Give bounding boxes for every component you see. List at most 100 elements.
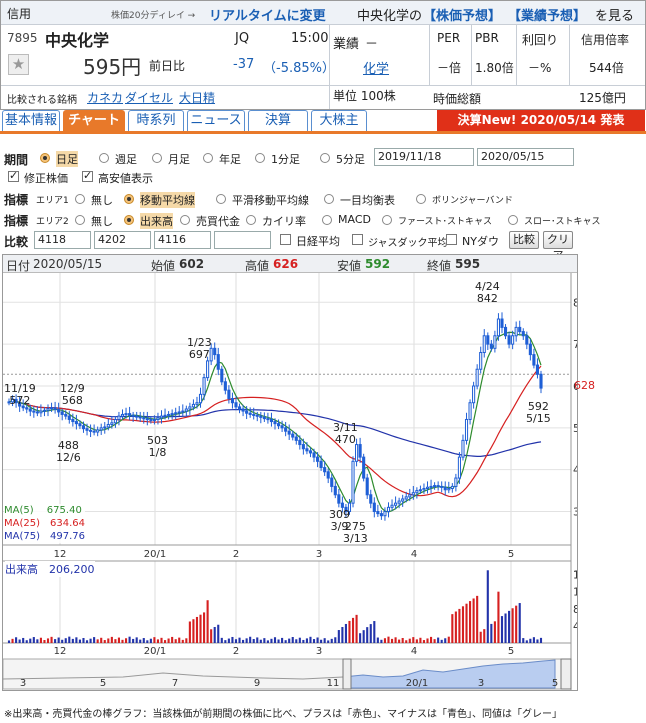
area1-bollinger-label[interactable]: ボリンジャーバンド — [432, 193, 513, 206]
candle-body — [362, 456, 366, 479]
area1-sma-radio[interactable] — [216, 194, 226, 204]
stock-forecast-link[interactable]: 【株価予想】 — [423, 5, 501, 24]
adjusted-price-checkbox[interactable] — [8, 169, 19, 182]
area1-none-label[interactable]: 無し — [91, 192, 113, 208]
volume-bar — [195, 616, 199, 643]
area2-deviation-radio[interactable] — [246, 215, 256, 225]
vol-x-tick-label: 3 — [316, 646, 322, 657]
volume-bar — [85, 640, 89, 643]
area1-ichimoku-label[interactable]: 一目均衡表 — [340, 192, 395, 208]
tab-timeseries[interactable]: 時系列 — [128, 110, 184, 131]
area1-ma-radio[interactable] — [124, 194, 134, 204]
clear-button[interactable]: クリア — [543, 231, 573, 262]
volume-bar — [281, 637, 284, 643]
candle-body — [319, 460, 323, 469]
period-yearly-radio[interactable] — [203, 153, 213, 163]
candle-body — [305, 448, 309, 452]
favorite-star-button[interactable]: ★ — [8, 54, 29, 75]
candle-body — [287, 430, 291, 435]
volume-bar — [149, 638, 152, 643]
realtime-link[interactable]: リアルタイムに変更 — [209, 5, 326, 24]
period-daily-radio[interactable] — [40, 153, 50, 163]
area2-slow-stoch-label[interactable]: スロー･ストキャス — [524, 214, 601, 227]
nikkei-label: 日経平均 — [296, 235, 340, 248]
annotation-129: 12/9 568 — [60, 382, 85, 407]
volume-bar — [139, 639, 142, 643]
compare-code-1-input[interactable]: 4118 — [34, 231, 91, 249]
period-daily-label[interactable]: 日足 — [56, 151, 78, 167]
period-yearly-label[interactable]: 年足 — [219, 151, 241, 167]
date-to-input[interactable]: 2020/05/15 — [477, 148, 574, 166]
date-from-input[interactable]: 2019/11/18 — [374, 148, 474, 166]
area1-none-radio[interactable] — [75, 194, 85, 204]
volume-bar — [110, 636, 113, 643]
nydow-checkbox[interactable] — [446, 234, 457, 245]
jasdaq-checkbox[interactable] — [352, 234, 363, 245]
area2-slow-stoch-radio[interactable] — [508, 215, 518, 225]
tab-basic-info[interactable]: 基本情報 — [2, 110, 60, 131]
compare-stock-2[interactable]: ダイセル — [125, 89, 173, 106]
earnings-forecast-link[interactable]: 【業績予想】 — [508, 5, 586, 24]
area2-turnover-label[interactable]: 売買代金 — [196, 213, 240, 229]
area1-ichimoku-radio[interactable] — [324, 194, 334, 204]
volume-bar — [312, 639, 316, 643]
area2-none-radio[interactable] — [75, 215, 85, 225]
x-tick-label: 4 — [411, 549, 417, 560]
earnings-news-banner[interactable]: 決算New! 2020/05/14 発表 — [437, 110, 645, 131]
area2-deviation-label[interactable]: カイリ率 — [262, 213, 306, 229]
volume-bar — [479, 631, 482, 643]
compare-code-4-input[interactable] — [214, 231, 271, 249]
compare-stock-3[interactable]: 大日精 — [179, 89, 215, 106]
x-tick-label: 3 — [316, 549, 322, 560]
tab-news[interactable]: ニュース — [187, 110, 245, 131]
area1-ma-label[interactable]: 移動平均線 — [140, 192, 195, 208]
volume-bar — [359, 633, 362, 643]
area2-macd-radio[interactable] — [322, 215, 332, 225]
candlestick-chart-svg[interactable]: 121220/120/12233445530040050060070080040… — [3, 273, 577, 690]
compare-button[interactable]: 比較 — [509, 231, 539, 249]
volume-bar — [362, 630, 365, 643]
area1-sma-label[interactable]: 平滑移動平均線 — [232, 192, 309, 208]
volume-bar — [515, 605, 518, 643]
y-tick-label: 400 — [573, 464, 577, 477]
area2-volume-label[interactable]: 出来高 — [140, 213, 173, 229]
area2-volume-radio[interactable] — [124, 215, 134, 225]
area2-none-label[interactable]: 無し — [91, 213, 113, 229]
highlow-checkbox[interactable] — [82, 169, 93, 182]
tab-earnings[interactable]: 決算 — [248, 110, 308, 131]
industry-link[interactable]: 化学 — [363, 58, 389, 77]
period-5min-radio[interactable] — [320, 153, 330, 163]
candle-body — [170, 413, 174, 416]
volume-bar — [43, 640, 46, 643]
area2-turnover-radio[interactable] — [180, 215, 190, 225]
area2-fast-stoch-radio[interactable] — [382, 215, 392, 225]
candle-body — [74, 421, 78, 425]
annotation-123: 1/23 697 — [187, 336, 212, 361]
tab-chart[interactable]: チャート — [63, 110, 125, 131]
close-label: 終値 — [427, 259, 452, 273]
area2-fast-stoch-label[interactable]: ファースト･ストキャス — [398, 214, 492, 227]
candle-body — [443, 486, 447, 491]
candle-body — [266, 418, 270, 421]
compare-stock-1[interactable]: カネカ — [87, 89, 123, 106]
navigator-tick-label: 20/1 — [406, 678, 428, 689]
period-weekly-label[interactable]: 週足 — [115, 151, 137, 167]
period-1min-radio[interactable] — [255, 153, 265, 163]
nikkei-checkbox[interactable] — [280, 234, 291, 245]
volume-bar — [486, 570, 489, 643]
candle-body — [429, 485, 433, 488]
area2-macd-label[interactable]: MACD — [338, 213, 371, 226]
candle-body — [351, 460, 355, 504]
period-5min-label[interactable]: 5分足 — [336, 151, 365, 167]
period-weekly-radio[interactable] — [99, 153, 109, 163]
period-1min-label[interactable]: 1分足 — [271, 151, 300, 167]
period-monthly-radio[interactable] — [152, 153, 162, 163]
area1-bollinger-radio[interactable] — [416, 194, 426, 204]
compare-code-2-input[interactable]: 4202 — [94, 231, 151, 249]
footnote: ※出来高・売買代金の棒グラフ：当該株価が前期間の株価に比べ、プラスは「赤色」、マ… — [4, 709, 562, 720]
period-monthly-label[interactable]: 月足 — [168, 151, 190, 167]
compare-code-3-input[interactable]: 4116 — [154, 231, 211, 249]
tab-shareholders[interactable]: 大株主 — [311, 110, 367, 131]
candle-body — [255, 414, 259, 417]
candle-body — [85, 428, 89, 431]
